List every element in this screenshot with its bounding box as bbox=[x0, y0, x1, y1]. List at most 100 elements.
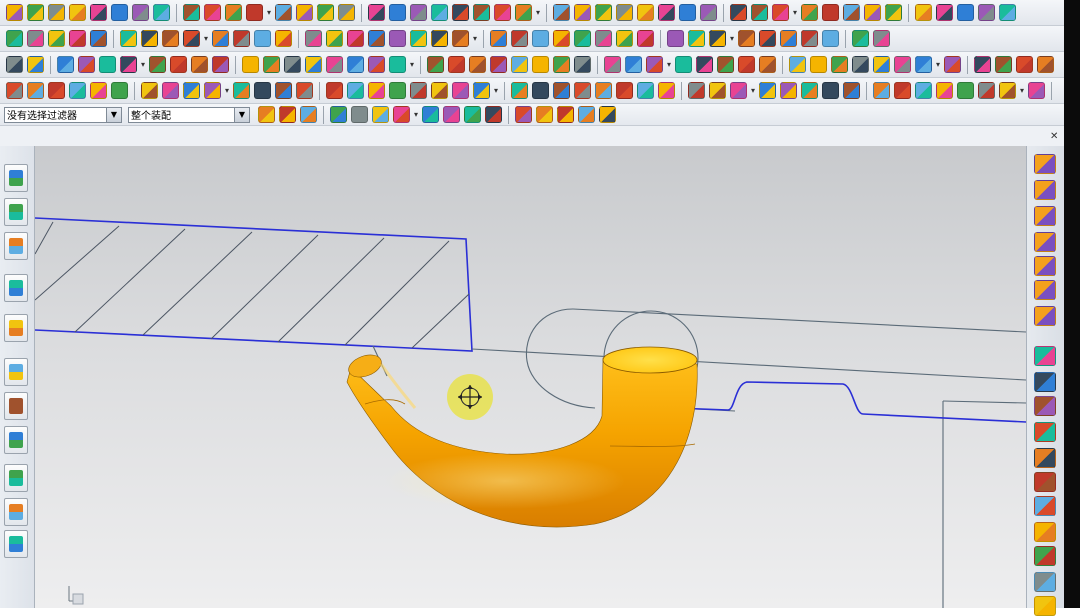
cylinder-icon[interactable] bbox=[368, 30, 386, 47]
sketch-icon[interactable] bbox=[246, 4, 263, 21]
blend-icon[interactable] bbox=[431, 82, 449, 99]
extrude-icon[interactable] bbox=[132, 4, 149, 21]
toolbar-overflow-icon[interactable]: ▾ bbox=[414, 110, 418, 119]
shell-icon[interactable] bbox=[511, 30, 529, 47]
sketch-icon[interactable] bbox=[204, 82, 221, 99]
datum-axis-icon[interactable] bbox=[616, 82, 634, 99]
sketch-icon[interactable] bbox=[852, 56, 870, 73]
shell-icon[interactable] bbox=[810, 56, 828, 73]
cylinder-icon[interactable] bbox=[1037, 56, 1055, 73]
toolbar-overflow-icon[interactable]: ▾ bbox=[751, 86, 755, 95]
hole-icon[interactable] bbox=[141, 82, 158, 99]
datum-axis-icon[interactable] bbox=[296, 4, 314, 21]
save-icon[interactable] bbox=[410, 4, 428, 21]
assembly-view-icon[interactable] bbox=[1034, 206, 1056, 226]
hole-icon[interactable] bbox=[427, 56, 445, 73]
sphere-icon[interactable] bbox=[48, 82, 65, 99]
datum-axis-icon[interactable] bbox=[443, 106, 461, 123]
open-folder-icon[interactable] bbox=[347, 82, 365, 99]
datum-plane-icon[interactable] bbox=[422, 106, 440, 123]
open-folder-icon[interactable] bbox=[709, 82, 727, 99]
layer-icon[interactable] bbox=[574, 56, 592, 73]
mold-tool-icon[interactable] bbox=[1034, 546, 1056, 566]
datum-axis-icon[interactable] bbox=[978, 82, 996, 99]
measure-icon[interactable] bbox=[254, 30, 272, 47]
revolve-icon[interactable] bbox=[473, 82, 491, 99]
mold-tool-icon[interactable] bbox=[1034, 522, 1056, 542]
shell-icon[interactable] bbox=[873, 30, 891, 47]
blend-icon[interactable] bbox=[111, 4, 128, 21]
pattern-icon[interactable] bbox=[372, 106, 389, 123]
shell-icon[interactable] bbox=[448, 56, 466, 73]
datum-axis-icon[interactable] bbox=[658, 4, 676, 21]
mold-tool-icon[interactable] bbox=[1034, 372, 1056, 392]
datum-axis-icon[interactable] bbox=[233, 30, 251, 47]
datum-plane-icon[interactable] bbox=[212, 30, 230, 47]
datum-plane-icon[interactable] bbox=[637, 4, 655, 21]
mold-tool-icon[interactable] bbox=[1034, 422, 1056, 442]
sphere-icon[interactable] bbox=[452, 4, 470, 21]
new-file-icon[interactable] bbox=[730, 4, 748, 21]
open-folder-icon[interactable] bbox=[263, 56, 281, 73]
extrude-icon[interactable] bbox=[452, 82, 470, 99]
mold-tool-icon[interactable] bbox=[1034, 496, 1056, 516]
datum-plane-icon[interactable] bbox=[595, 82, 613, 99]
measure-icon[interactable] bbox=[915, 56, 933, 73]
cylinder-icon[interactable] bbox=[801, 4, 819, 21]
pattern-icon[interactable] bbox=[162, 30, 179, 47]
sphere-icon[interactable] bbox=[696, 56, 714, 73]
resource-tab-icon[interactable] bbox=[4, 464, 28, 492]
sphere-icon[interactable] bbox=[27, 30, 44, 47]
cylinder-icon[interactable] bbox=[578, 106, 596, 123]
mold-tool-icon[interactable] bbox=[1034, 596, 1056, 616]
extrude-icon[interactable] bbox=[801, 30, 819, 47]
assembly-view-icon[interactable] bbox=[1034, 154, 1056, 174]
datum-axis-icon[interactable] bbox=[254, 82, 272, 99]
toolbar-overflow-icon[interactable]: ▾ bbox=[473, 34, 477, 43]
cylinder-icon[interactable] bbox=[305, 56, 323, 73]
resource-tab-icon[interactable] bbox=[4, 392, 28, 420]
open-folder-icon[interactable] bbox=[625, 56, 643, 73]
datum-plane-icon[interactable] bbox=[957, 82, 975, 99]
save-icon[interactable] bbox=[48, 4, 65, 21]
pattern-icon[interactable] bbox=[957, 4, 975, 21]
datum-plane-icon[interactable] bbox=[999, 4, 1017, 21]
revolve-icon[interactable] bbox=[111, 82, 128, 99]
cylinder-icon[interactable] bbox=[759, 82, 777, 99]
hole-icon[interactable] bbox=[553, 4, 571, 21]
new-file-icon[interactable] bbox=[974, 56, 992, 73]
shell-icon[interactable] bbox=[162, 82, 179, 99]
sphere-icon[interactable] bbox=[90, 4, 107, 21]
revolve-icon[interactable] bbox=[843, 82, 861, 99]
mold-tool-icon[interactable] bbox=[1034, 472, 1056, 492]
hatched-section[interactable] bbox=[35, 217, 473, 352]
resource-tab-icon[interactable] bbox=[4, 426, 28, 454]
datum-plane-icon[interactable] bbox=[511, 56, 529, 73]
assembly-view-icon[interactable] bbox=[1034, 306, 1056, 326]
layer-icon[interactable] bbox=[212, 56, 230, 73]
open-folder-icon[interactable] bbox=[326, 30, 344, 47]
datum-plane-icon[interactable] bbox=[873, 56, 891, 73]
sketch-icon[interactable] bbox=[978, 4, 996, 21]
measure-icon[interactable] bbox=[191, 56, 209, 73]
save-icon[interactable] bbox=[730, 82, 748, 99]
revolve-icon[interactable] bbox=[153, 4, 170, 21]
layer-icon[interactable] bbox=[637, 30, 655, 47]
pattern-icon[interactable] bbox=[595, 4, 613, 21]
datum-plane-icon[interactable] bbox=[574, 30, 592, 47]
layer-icon[interactable] bbox=[700, 4, 718, 21]
save-icon[interactable] bbox=[1016, 56, 1034, 73]
extrude-icon[interactable] bbox=[368, 56, 386, 73]
resource-tab-icon[interactable] bbox=[4, 164, 28, 192]
hole-icon[interactable] bbox=[490, 30, 508, 47]
sketch-icon[interactable] bbox=[183, 30, 200, 47]
revolve-icon[interactable] bbox=[515, 4, 533, 21]
mold-tool-icon[interactable] bbox=[1034, 448, 1056, 468]
extrude-icon[interactable] bbox=[69, 30, 86, 47]
model-canvas[interactable] bbox=[35, 146, 1026, 608]
save-icon[interactable] bbox=[709, 30, 727, 47]
pattern-icon[interactable] bbox=[225, 4, 242, 21]
toolbar-overflow-icon[interactable]: ▾ bbox=[267, 8, 271, 17]
open-folder-icon[interactable] bbox=[688, 30, 706, 47]
datum-plane-icon[interactable] bbox=[233, 82, 251, 99]
